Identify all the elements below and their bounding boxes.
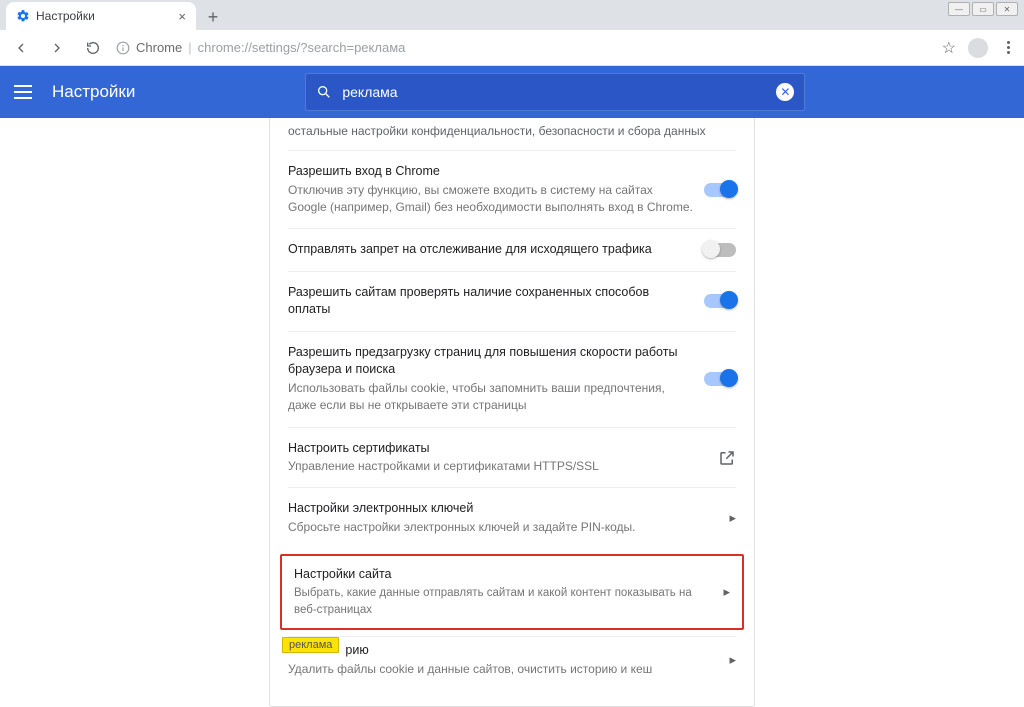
chrome-menu-button[interactable]	[1000, 41, 1016, 54]
reload-button[interactable]	[80, 35, 106, 61]
settings-panel: остальные настройки конфиденциальности, …	[269, 118, 755, 707]
row-title: рию	[345, 643, 368, 657]
row-sub: Удалить файлы cookie и данные сайтов, оч…	[288, 661, 719, 678]
url-field[interactable]: Chrome | chrome://settings/?search=рекла…	[116, 40, 716, 55]
toggle-dnt[interactable]	[704, 243, 736, 257]
toggle-preload[interactable]	[704, 372, 736, 386]
external-link-icon	[718, 449, 736, 467]
row-chrome-login: Разрешить вход в Chrome Отключив эту фун…	[288, 150, 736, 228]
row-clear-history[interactable]: рекламарию Удалить файлы cookie и данные…	[288, 636, 736, 690]
page-title: Настройки	[52, 82, 135, 102]
row-title: Настроить сертификаты	[288, 440, 708, 458]
window-controls: — ▭ ✕	[948, 2, 1018, 16]
row-site-settings[interactable]: Настройки сайта Выбрать, какие данные от…	[294, 566, 730, 618]
settings-header: Настройки ✕	[0, 66, 1024, 118]
window-restore-button[interactable]: ▭	[972, 2, 994, 16]
menu-button[interactable]	[14, 80, 38, 104]
toggle-payment-check[interactable]	[704, 294, 736, 308]
row-sub: Использовать файлы cookie, чтобы запомни…	[288, 380, 694, 415]
row-title: Разрешить предзагрузку страниц для повыш…	[288, 344, 694, 379]
site-info-icon	[116, 41, 130, 55]
row-title: Разрешить вход в Chrome	[288, 163, 694, 181]
forward-button[interactable]	[44, 35, 70, 61]
tab-strip: Настройки × +	[0, 0, 1024, 30]
window-minimize-button[interactable]: —	[948, 2, 970, 16]
back-button[interactable]	[8, 35, 34, 61]
row-sub: Сбросьте настройки электронных ключей и …	[288, 519, 719, 536]
url-product: Chrome	[136, 40, 182, 55]
row-title: Отправлять запрет на отслеживание для ис…	[288, 241, 694, 259]
row-preload: Разрешить предзагрузку страниц для повыш…	[288, 331, 736, 427]
row-title: Настройки сайта	[294, 566, 713, 584]
truncated-row: остальные настройки конфиденциальности, …	[288, 124, 736, 150]
row-certificates[interactable]: Настроить сертификаты Управление настрой…	[288, 427, 736, 488]
tab-settings[interactable]: Настройки ×	[6, 2, 196, 30]
address-bar: Chrome | chrome://settings/?search=рекла…	[0, 30, 1024, 66]
tab-close-icon[interactable]: ×	[178, 9, 186, 24]
toggle-chrome-login[interactable]	[704, 183, 736, 197]
row-dnt: Отправлять запрет на отслеживание для ис…	[288, 228, 736, 271]
row-sub: Управление настройками и сертификатами H…	[288, 458, 708, 475]
window-close-button[interactable]: ✕	[996, 2, 1018, 16]
search-highlight-tooltip: реклама	[282, 637, 339, 653]
highlighted-site-settings: Настройки сайта Выбрать, какие данные от…	[280, 554, 744, 630]
new-tab-button[interactable]: +	[200, 4, 226, 30]
chevron-right-icon: ▸	[729, 510, 736, 526]
content-area: остальные настройки конфиденциальности, …	[0, 118, 1024, 707]
search-icon	[316, 84, 332, 100]
chevron-right-icon: ▸	[723, 584, 730, 600]
settings-search-input[interactable]	[342, 84, 766, 100]
row-sub: Отключив эту функцию, вы сможете входить…	[288, 182, 694, 217]
gear-icon	[16, 9, 30, 23]
row-payment-check: Разрешить сайтам проверять наличие сохра…	[288, 271, 736, 331]
row-title: Разрешить сайтам проверять наличие сохра…	[288, 284, 694, 319]
row-title: Настройки электронных ключей	[288, 500, 719, 518]
tab-title: Настройки	[36, 9, 95, 23]
bookmark-star-icon[interactable]: ☆	[942, 38, 956, 58]
profile-avatar[interactable]	[968, 38, 988, 58]
url-text: chrome://settings/?search=реклама	[198, 40, 406, 55]
row-sub: Выбрать, какие данные отправлять сайтам …	[294, 585, 713, 618]
clear-search-button[interactable]: ✕	[776, 83, 794, 101]
settings-search: ✕	[305, 73, 805, 111]
row-security-keys[interactable]: Настройки электронных ключей Сбросьте на…	[288, 487, 736, 548]
chevron-right-icon: ▸	[729, 652, 736, 668]
